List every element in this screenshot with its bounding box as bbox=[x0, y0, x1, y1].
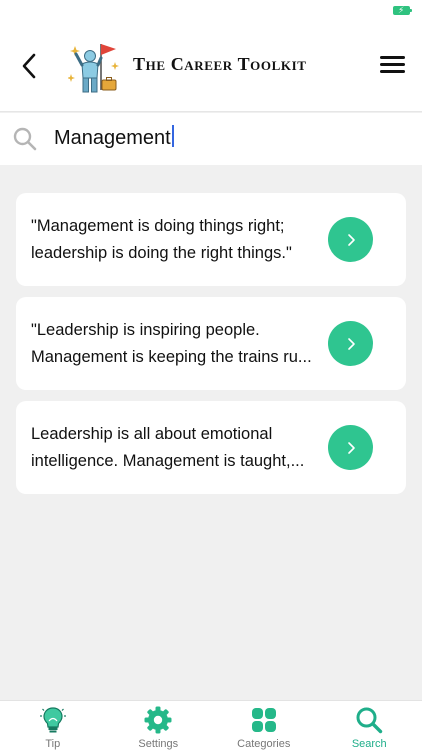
result-text: "Leadership is inspiring people. Managem… bbox=[31, 317, 323, 371]
app-header: The Career Toolkit bbox=[0, 22, 422, 112]
result-text: "Management is doing things right; leade… bbox=[31, 213, 323, 267]
app-title: The Career Toolkit bbox=[133, 54, 307, 74]
result-card[interactable]: "Management is doing things right; leade… bbox=[16, 193, 406, 286]
search-bar bbox=[0, 113, 422, 165]
result-line: "Leadership is inspiring people. bbox=[31, 321, 260, 339]
hamburger-menu-icon[interactable] bbox=[380, 52, 406, 78]
tab-settings[interactable]: Settings bbox=[106, 701, 212, 750]
battery-icon: ⚡ bbox=[393, 5, 412, 15]
chevron-right-icon bbox=[347, 441, 355, 454]
search-icon bbox=[356, 707, 383, 734]
chevron-right-icon bbox=[347, 233, 355, 246]
chevron-left-icon bbox=[22, 53, 36, 79]
tab-search[interactable]: Search bbox=[317, 701, 422, 750]
career-toolkit-logo bbox=[68, 44, 119, 93]
lightbulb-icon bbox=[39, 707, 66, 733]
search-results-list: "Management is doing things right; leade… bbox=[16, 193, 406, 505]
open-result-button[interactable] bbox=[328, 217, 373, 262]
bottom-tab-bar: Tip Settings Categories Search bbox=[0, 700, 422, 750]
grid-icon bbox=[251, 708, 276, 732]
text-caret bbox=[171, 125, 174, 147]
chevron-right-icon bbox=[347, 337, 355, 350]
tab-label: Settings bbox=[138, 738, 179, 750]
result-card[interactable]: "Leadership is inspiring people. Managem… bbox=[16, 297, 406, 390]
result-line: Leadership is all about emotional bbox=[31, 425, 273, 443]
tab-tip[interactable]: Tip bbox=[0, 701, 106, 750]
result-line: Management is keeping the trains ru... bbox=[31, 348, 312, 366]
back-button[interactable] bbox=[14, 48, 44, 84]
tab-categories[interactable]: Categories bbox=[211, 701, 317, 750]
search-input[interactable] bbox=[54, 123, 404, 153]
result-line: intelligence. Management is taught,... bbox=[31, 452, 305, 470]
tab-label: Tip bbox=[45, 738, 61, 750]
result-line: leadership is doing the right things." bbox=[31, 244, 292, 262]
result-line: "Management is doing things right; bbox=[31, 217, 285, 235]
open-result-button[interactable] bbox=[328, 321, 373, 366]
result-card[interactable]: Leadership is all about emotional intell… bbox=[16, 401, 406, 494]
tab-label: Categories bbox=[237, 738, 291, 750]
status-bar: ⚡ bbox=[0, 0, 422, 22]
open-result-button[interactable] bbox=[328, 425, 373, 470]
tab-label: Search bbox=[351, 738, 387, 750]
search-icon bbox=[13, 127, 37, 151]
gear-icon bbox=[144, 706, 172, 734]
result-text: Leadership is all about emotional intell… bbox=[31, 421, 323, 475]
